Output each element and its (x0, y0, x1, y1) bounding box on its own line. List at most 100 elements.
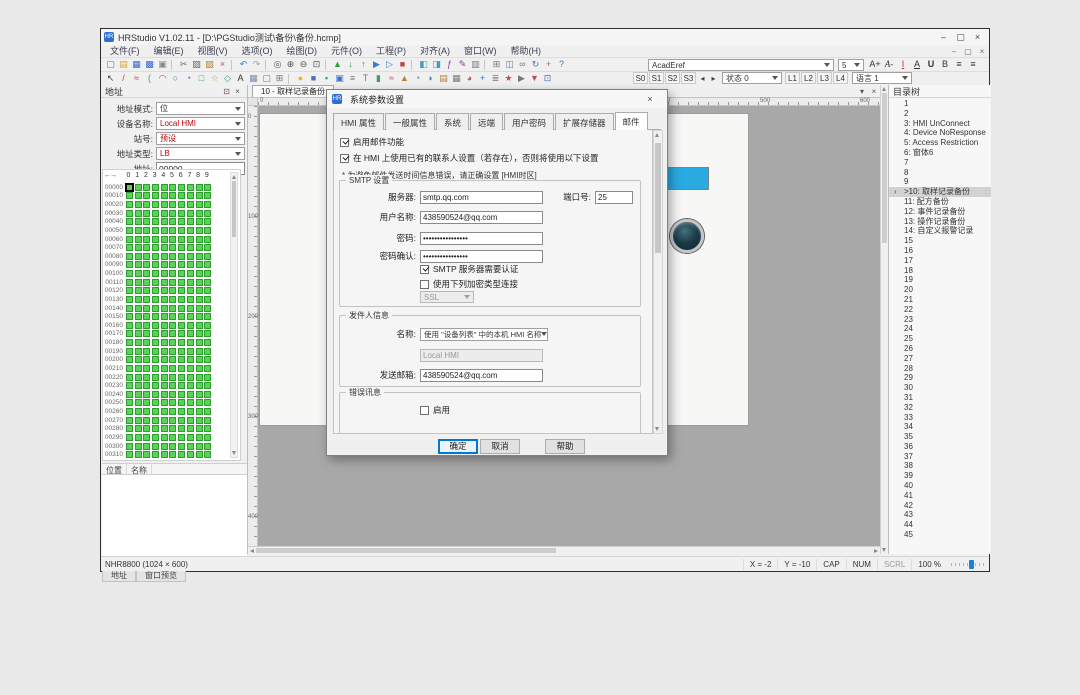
tree-item[interactable]: 2 (889, 109, 991, 119)
address-grid-row[interactable]: 00280 (103, 425, 231, 434)
address-grid-row[interactable]: 00240 (103, 390, 231, 399)
sender-name-combo[interactable]: 使用 "设备列表" 中的本机 HMI 名称 (420, 328, 548, 341)
address-grid-row[interactable]: 00120 (103, 287, 231, 296)
menu-item[interactable]: 视图(V) (191, 45, 235, 57)
library-icon[interactable]: ▥ (469, 58, 482, 71)
rect-icon[interactable]: □ (195, 72, 208, 85)
tree-item[interactable]: 29 (889, 373, 991, 383)
video-icon[interactable]: ▶ (515, 72, 528, 85)
float-panel-icon[interactable]: ⊡ (221, 87, 232, 96)
language-button[interactable]: L3 (817, 72, 832, 84)
state-combo[interactable]: 状态 0 (722, 72, 782, 84)
address-grid-row[interactable]: 00040 (103, 218, 231, 227)
simulate-icon[interactable]: ▶ (370, 58, 383, 71)
state-button[interactable]: S0 (633, 72, 648, 84)
position-list[interactable] (102, 475, 247, 567)
close-tab-icon[interactable]: × (868, 87, 880, 96)
tree-item[interactable]: 21 (889, 295, 991, 305)
redo-icon[interactable]: ↷ (250, 58, 263, 71)
menu-item[interactable]: 窗口(W) (457, 45, 504, 57)
tree-item[interactable]: 40 (889, 481, 991, 491)
language-button[interactable]: L2 (801, 72, 816, 84)
print-icon[interactable]: ▣ (156, 58, 169, 71)
dialog-tab[interactable]: HMI 属性 (333, 113, 384, 131)
password-input[interactable] (420, 232, 543, 245)
font-combo[interactable]: AcadEref (648, 59, 834, 71)
tree-item[interactable]: 11: 配方备份 (889, 197, 991, 207)
zoom-slider-thumb[interactable] (969, 560, 974, 569)
tree-item[interactable]: 28 (889, 364, 991, 374)
address-field[interactable]: 地址类型: LB (104, 147, 245, 160)
error-enable-checkbox[interactable]: 启用 (420, 404, 450, 416)
font-color-button[interactable]: A (910, 58, 924, 71)
mdi-close-button[interactable]: × (975, 47, 989, 56)
tree-item[interactable]: 15 (889, 236, 991, 246)
underline-button[interactable]: U (924, 58, 938, 71)
address-grid-row[interactable]: 00030 (103, 209, 231, 218)
align-center-button[interactable]: ≡ (966, 58, 980, 71)
address-grid-row[interactable]: 00050 (103, 226, 231, 235)
history-icon[interactable]: ≣ (489, 72, 502, 85)
offline-simulate-icon[interactable]: ▷ (383, 58, 396, 71)
tree-item[interactable]: 33 (889, 413, 991, 423)
compile-icon[interactable]: ▲ (331, 58, 344, 71)
use-contacts-checkbox[interactable]: 在 HMI 上使用已有的联系人设置（若存在），否则将使用以下设置 (340, 152, 599, 164)
tree-item[interactable]: 37 (889, 452, 991, 462)
address-grid-row[interactable]: 00290 (103, 433, 231, 442)
address-grid-row[interactable]: 00070 (103, 243, 231, 252)
dialog-close-button[interactable]: × (638, 94, 662, 104)
round-button-element[interactable] (670, 219, 704, 253)
document-tab[interactable]: 10 - 取样记录备份 (252, 85, 334, 97)
menu-item[interactable]: 工程(P) (369, 45, 413, 57)
help-button[interactable]: 帮助 (545, 439, 585, 454)
smtp-auth-checkbox[interactable]: SMTP 服务器需要认证 (420, 263, 518, 275)
keypad-icon[interactable]: ▦ (450, 72, 463, 85)
ok-button[interactable]: 确定 (438, 439, 478, 454)
tree-item[interactable]: 23 (889, 315, 991, 325)
ellipse-icon[interactable]: ◔ (182, 72, 195, 85)
minimize-button[interactable]: – (935, 30, 952, 44)
star-icon[interactable]: ☆ (208, 72, 221, 85)
username-input[interactable] (420, 211, 543, 224)
tree-item[interactable]: 8 (889, 168, 991, 178)
tree-item[interactable]: 42 (889, 501, 991, 511)
meter-icon[interactable]: ◗ (424, 72, 437, 85)
xy-plot-icon[interactable]: + (476, 72, 489, 85)
settings-icon[interactable]: + (542, 58, 555, 71)
trend-icon[interactable]: ≈ (385, 72, 398, 85)
address-grid-row[interactable]: 00020 (103, 200, 231, 209)
tree-item[interactable]: 39 (889, 471, 991, 481)
address-grid-row[interactable]: 00260 (103, 407, 231, 416)
tree-item[interactable]: 22 (889, 305, 991, 315)
tree-item[interactable]: 44 (889, 520, 991, 530)
menu-item[interactable]: 元件(O) (324, 45, 369, 57)
grid-table-icon[interactable]: ⊞ (273, 72, 286, 85)
mdi-minimize-button[interactable]: – (947, 47, 961, 56)
screen-button-icon[interactable]: ▣ (333, 72, 346, 85)
gif-icon[interactable]: ★ (502, 72, 515, 85)
link-icon[interactable]: ∞ (516, 58, 529, 71)
curve-icon[interactable]: ( (143, 72, 156, 85)
state-button[interactable]: S2 (665, 72, 680, 84)
menu-item[interactable]: 选项(O) (235, 45, 280, 57)
image-icon[interactable]: ▦ (247, 72, 260, 85)
address-grid-row[interactable]: 00310 (103, 450, 231, 459)
macro-icon[interactable]: ƒ (443, 58, 456, 71)
rectangle-element[interactable] (667, 167, 709, 190)
smtp-server-input[interactable] (420, 191, 543, 204)
upload-icon[interactable]: ↑ (357, 58, 370, 71)
address-grid-row[interactable]: 00080 (103, 252, 231, 261)
circle-icon[interactable]: ○ (169, 72, 182, 85)
panel-tab[interactable]: 地址 (102, 570, 136, 582)
password-confirm-input[interactable] (420, 250, 543, 263)
address-grid-row[interactable]: 00000 (103, 183, 231, 192)
address-grid-row[interactable]: 00110 (103, 278, 231, 287)
port-input[interactable] (595, 191, 633, 204)
zoom-out-icon[interactable]: ⊖ (297, 58, 310, 71)
chart-icon[interactable]: ◫ (503, 58, 516, 71)
align-left-button[interactable]: ≡ (952, 58, 966, 71)
tree-item[interactable]: 13: 操作记录备份 (889, 217, 991, 227)
tree-item[interactable]: 20 (889, 285, 991, 295)
word-switch-icon[interactable]: ▪ (320, 72, 333, 85)
copy-icon[interactable]: ▧ (190, 58, 203, 71)
